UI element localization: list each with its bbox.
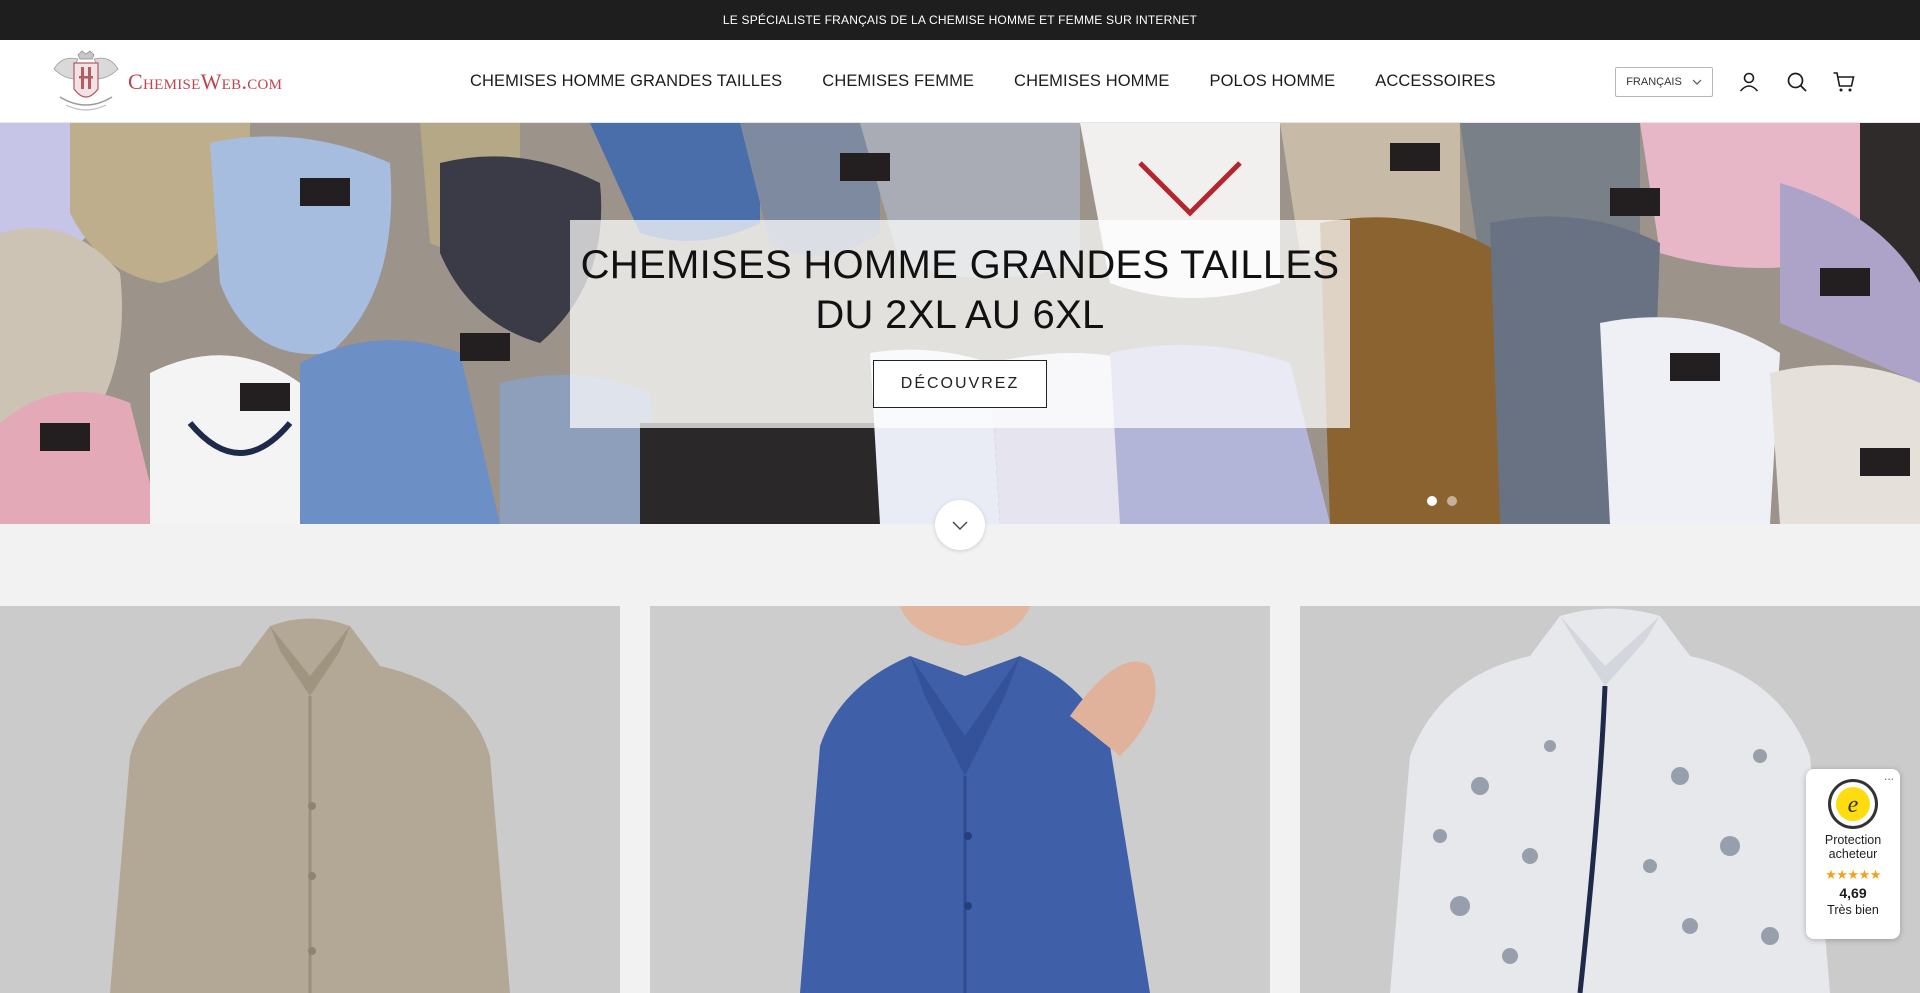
logo-crest-icon	[53, 50, 119, 111]
svg-text:e: e	[1848, 792, 1859, 818]
language-label: FRANÇAIS	[1626, 76, 1682, 88]
rating-score: 4,69	[1839, 885, 1867, 901]
logo[interactable]: ChemiseWeb.com	[48, 49, 282, 115]
nav-item-chemises-homme-grandes-tailles[interactable]: CHEMISES HOMME GRANDES TAILLES	[470, 72, 782, 91]
nav-item-chemises-homme[interactable]: CHEMISES HOMME	[1014, 72, 1169, 91]
hero-title-line-2: DU 2XL AU 6XL	[815, 293, 1105, 337]
blue-women-shirt-image	[650, 606, 1270, 993]
search-icon[interactable]	[1785, 70, 1809, 94]
language-selector[interactable]: FRANÇAIS	[1615, 67, 1713, 97]
slide-dot-1[interactable]	[1427, 496, 1437, 506]
announcement-bar: LE SPÉCIALISTE FRANÇAIS DE LA CHEMISE HO…	[0, 0, 1920, 40]
trust-label: Protection acheteur	[1806, 833, 1900, 861]
nav-item-accessoires[interactable]: ACCESSOIRES	[1375, 72, 1495, 91]
main-nav: CHEMISES HOMME GRANDES TAILLES CHEMISES …	[470, 40, 1536, 122]
announcement-text: LE SPÉCIALISTE FRANÇAIS DE LA CHEMISE HO…	[722, 13, 1198, 27]
chevron-down-icon	[952, 521, 968, 530]
slide-dot-2[interactable]	[1447, 496, 1457, 506]
logo-text: ChemiseWeb.com	[128, 69, 283, 94]
site-header: ChemiseWeb.com CHEMISES HOMME GRANDES TA…	[0, 40, 1920, 123]
hero-title-line-1: CHEMISES HOMME GRANDES TAILLES	[580, 243, 1340, 287]
nav-item-polos-homme[interactable]: POLOS HOMME	[1209, 72, 1335, 91]
scroll-down-button[interactable]	[935, 500, 985, 550]
chevron-down-icon	[1692, 79, 1702, 85]
hero-slideshow: CHEMISES HOMME GRANDES TAILLES DU 2XL AU…	[0, 123, 1920, 524]
hero-caption-box: CHEMISES HOMME GRANDES TAILLES DU 2XL AU…	[570, 220, 1350, 428]
beige-shirt-image	[0, 606, 620, 993]
cart-icon[interactable]	[1832, 70, 1856, 94]
collection-card-men-beige[interactable]	[0, 606, 620, 993]
collection-card-women-blue[interactable]	[650, 606, 1270, 993]
trusted-shops-badge[interactable]: ... e Protection acheteur ★★★★★ 4,69 Trè…	[1806, 769, 1900, 939]
trusted-shops-seal-icon: e	[1828, 779, 1878, 829]
account-icon[interactable]	[1737, 70, 1761, 94]
rating-grade: Très bien	[1827, 903, 1879, 917]
hero-title: CHEMISES HOMME GRANDES TAILLES DU 2XL AU…	[581, 240, 1340, 340]
nav-item-chemises-femme[interactable]: CHEMISES FEMME	[822, 72, 974, 91]
more-options-icon[interactable]: ...	[1884, 769, 1894, 783]
trust-label-line-1: Protection	[1824, 833, 1882, 847]
discover-button[interactable]: DÉCOUVREZ	[873, 360, 1047, 408]
trust-label-line-2: acheteur	[1828, 847, 1878, 861]
rating-stars-icon: ★★★★★	[1825, 867, 1881, 882]
